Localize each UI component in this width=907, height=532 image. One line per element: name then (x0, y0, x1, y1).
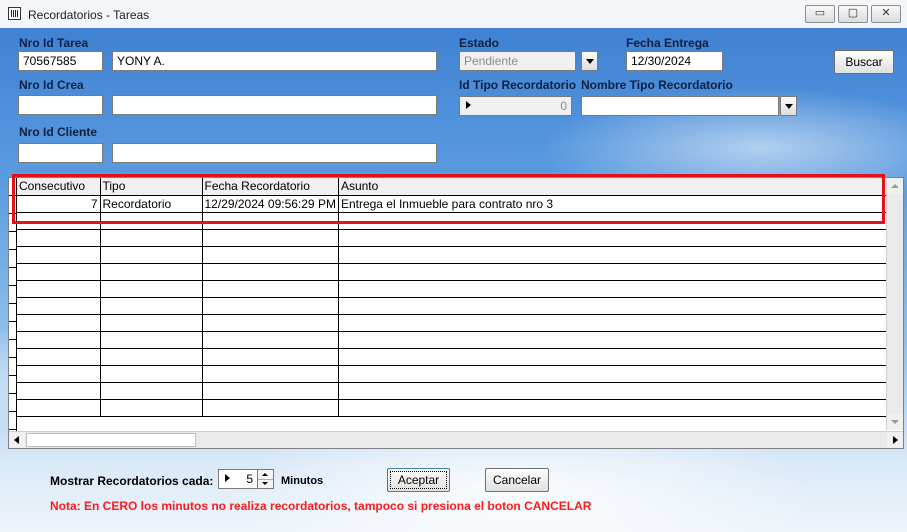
table-row[interactable]: 7 Recordatorio 12/29/2024 09:56:29 PM En… (17, 195, 891, 213)
cell-fecha-recordatorio[interactable]: 12/29/2024 09:56:29 PM (202, 195, 339, 213)
horizontal-scrollbar[interactable] (9, 431, 903, 448)
table-row[interactable] (17, 297, 891, 315)
nro-id-tarea-input[interactable]: 70567585 (18, 51, 103, 71)
cliente-nombre-input[interactable] (112, 143, 437, 163)
app-icon (8, 7, 21, 20)
fecha-entrega-input[interactable]: 12/30/2024 (626, 51, 723, 71)
scroll-down-arrow-icon[interactable] (887, 414, 903, 430)
recordatorios-window: Recordatorios - Tareas ▭ ▢ ✕ Nro Id Tare… (0, 0, 907, 532)
estado-select[interactable]: Pendiente (459, 51, 576, 71)
horizontal-scroll-thumb[interactable] (26, 433, 196, 447)
table-row[interactable] (17, 229, 891, 247)
table-row[interactable] (17, 263, 891, 281)
table-row[interactable] (17, 246, 891, 264)
table-row[interactable] (17, 382, 891, 400)
estado-dropdown-arrow-icon[interactable] (581, 51, 598, 71)
cancelar-button[interactable]: Cancelar (485, 468, 549, 492)
close-button[interactable]: ✕ (871, 5, 901, 23)
fecha-entrega-label: Fecha Entrega (626, 36, 709, 50)
table-row[interactable] (17, 331, 891, 349)
column-header-tipo[interactable]: Tipo (100, 178, 203, 196)
nota-warning-text: Nota: En CERO los minutos no realiza rec… (50, 499, 592, 513)
table-row[interactable] (17, 314, 891, 332)
tarea-nombre-input[interactable]: YONY A. (112, 51, 437, 71)
minutos-input[interactable]: 5 (218, 469, 258, 489)
minimize-button[interactable]: ▭ (805, 5, 835, 23)
cell-asunto[interactable]: Entrega el Inmueble para contrato nro 3 (338, 195, 891, 213)
nombre-tipo-recordatorio-select[interactable] (581, 96, 779, 116)
scroll-up-arrow-icon[interactable] (887, 178, 903, 194)
scroll-left-arrow-icon[interactable] (9, 432, 25, 448)
nombre-tipo-recordatorio-label: Nombre Tipo Recordatorio (581, 78, 733, 92)
column-header-asunto[interactable]: Asunto (338, 178, 891, 196)
id-tipo-recordatorio-label: Id Tipo Recordatorio (459, 78, 577, 92)
minutos-spinner[interactable] (257, 469, 274, 489)
row-selector-column[interactable] (9, 178, 17, 448)
table-row[interactable] (17, 365, 891, 383)
table-row[interactable] (17, 399, 891, 417)
table-row[interactable] (17, 212, 891, 230)
nro-id-crea-input[interactable] (18, 95, 103, 115)
column-header-consecutivo[interactable]: Consecutivo (17, 178, 101, 196)
client-area: Nro Id Tarea 70567585 YONY A. Nro Id Cre… (0, 28, 907, 532)
nro-id-cliente-input[interactable] (18, 143, 103, 163)
table-row[interactable] (17, 348, 891, 366)
aceptar-button[interactable]: Aceptar (387, 468, 450, 492)
minutos-label: Minutos (281, 475, 324, 487)
column-header-fecha-recordatorio[interactable]: Fecha Recordatorio (202, 178, 339, 196)
estado-label: Estado (459, 36, 500, 50)
nro-id-cliente-label: Nro Id Cliente (19, 125, 98, 139)
maximize-button[interactable]: ▢ (838, 5, 868, 23)
grid-header-row: Consecutivo Tipo Fecha Recordatorio Asun… (17, 178, 891, 196)
recordatorios-table: Consecutivo Tipo Fecha Recordatorio Asun… (17, 178, 891, 417)
nro-id-tarea-label: Nro Id Tarea (19, 36, 89, 50)
title-bar: Recordatorios - Tareas ▭ ▢ ✕ (0, 0, 907, 29)
nombre-tipo-dropdown-arrow-icon[interactable] (780, 96, 797, 116)
cell-consecutivo[interactable]: 7 (17, 195, 101, 213)
recordatorios-grid[interactable]: Consecutivo Tipo Fecha Recordatorio Asun… (8, 177, 904, 449)
window-title: Recordatorios - Tareas (28, 8, 150, 22)
mostrar-recordatorios-label: Mostrar Recordatorios cada: (50, 474, 214, 488)
spin-down-arrow-icon[interactable] (258, 479, 273, 488)
buscar-button[interactable]: Buscar (834, 50, 894, 74)
vertical-scrollbar[interactable] (886, 178, 903, 430)
table-row[interactable] (17, 280, 891, 298)
scroll-right-arrow-icon[interactable] (887, 432, 903, 448)
crea-nombre-input[interactable] (112, 95, 437, 115)
nro-id-crea-label: Nro Id Crea (19, 78, 84, 92)
id-tipo-recordatorio-input[interactable]: 0 (459, 96, 572, 116)
cell-tipo[interactable]: Recordatorio (100, 195, 203, 213)
